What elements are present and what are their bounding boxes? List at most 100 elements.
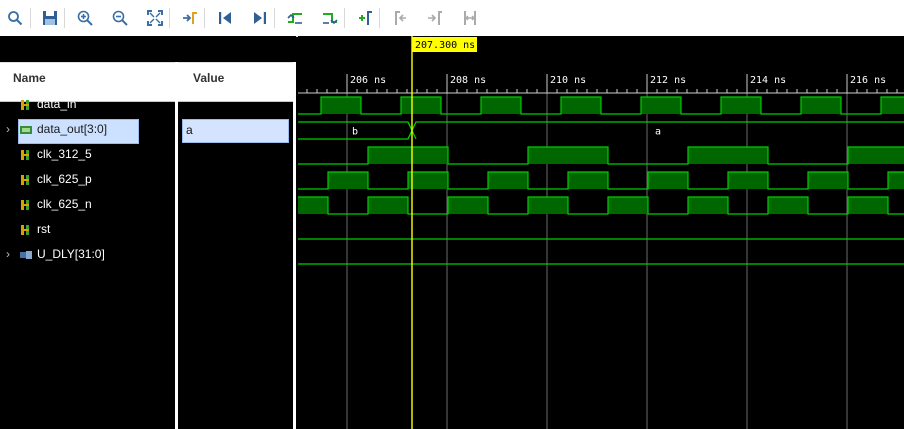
wave-high-fill — [528, 197, 568, 214]
signal-row-rst[interactable]: rst — [0, 219, 175, 241]
zoom-out-button[interactable] — [109, 7, 131, 29]
tick-label: 214 ns — [750, 75, 786, 86]
wave-high-fill — [808, 172, 848, 189]
zoom-fit-button[interactable] — [144, 7, 166, 29]
wave-high-fill — [568, 172, 608, 189]
go-to-end-button[interactable] — [249, 7, 271, 29]
goto-cursor-button[interactable] — [179, 7, 201, 29]
tick-label: 206 ns — [350, 75, 386, 86]
toolbar-separator — [379, 8, 380, 28]
search-icon — [8, 11, 23, 26]
waveform-pane[interactable]: 206 ns 208 ns 210 ns 212 ns 214 ns 216 ns b a 20… — [298, 36, 904, 429]
group-signal-icon — [19, 249, 33, 261]
signal-value: a — [186, 123, 193, 137]
toolbar-separator — [274, 8, 275, 28]
signal-name: U_DLY[31:0] — [37, 247, 105, 261]
zoom-fit-icon — [147, 10, 163, 26]
next-marker-icon — [428, 11, 442, 25]
toolbar-separator — [204, 8, 205, 28]
wave-high-fill — [721, 97, 761, 114]
wave-high-fill — [448, 197, 488, 214]
previous-transition-button[interactable] — [284, 7, 306, 29]
tick-label: 216 ns — [850, 75, 886, 86]
bit-signal-icon — [19, 174, 33, 186]
signal-name: clk_625_p — [37, 172, 92, 186]
wave-high-fill — [648, 172, 688, 189]
bit-signal-icon — [19, 224, 33, 236]
waveform-toolbar — [0, 0, 904, 37]
next-transition-icon — [323, 13, 338, 25]
wave-high-fill — [481, 97, 521, 114]
pane-divider[interactable] — [293, 62, 296, 429]
signal-name: rst — [37, 222, 51, 236]
save-icon — [43, 11, 57, 25]
toolbar-separator — [64, 8, 65, 28]
save-button[interactable] — [39, 7, 61, 29]
swap-cursors-button — [459, 7, 481, 29]
bit-signal-icon — [19, 199, 33, 211]
value-column-header[interactable]: Value — [178, 62, 293, 102]
wave-high-fill — [368, 147, 448, 164]
toolbar-separator — [30, 8, 31, 28]
tick-label: 212 ns — [650, 75, 686, 86]
wave-high-fill — [768, 197, 808, 214]
search-button[interactable] — [4, 7, 26, 29]
wave-high-fill — [488, 172, 528, 189]
previous-marker-icon — [395, 11, 406, 25]
wave-high-fill — [848, 147, 904, 164]
wave-high-fill — [368, 197, 408, 214]
signal-name: data_out[3:0] — [37, 122, 108, 136]
bus-value-label: a — [655, 127, 661, 138]
wave-high-fill — [321, 97, 361, 114]
goto-cursor-icon — [183, 12, 197, 24]
signal-row-clk-625-n[interactable]: clk_625_n — [0, 194, 175, 216]
signal-row-u-dly310[interactable]: › U_DLY[31:0] — [0, 244, 175, 266]
expand-chevron-icon[interactable]: › — [6, 248, 16, 260]
bit-signal-icon — [19, 99, 33, 111]
zoom-in-icon — [77, 10, 93, 26]
signal-row-clk-625-p[interactable]: clk_625_p — [0, 169, 175, 191]
bus-value-label: b — [352, 127, 358, 138]
signal-name: data_in — [37, 97, 77, 111]
wave-high-fill — [848, 197, 888, 214]
expand-chevron-icon[interactable]: › — [6, 123, 16, 135]
previous-marker-button — [389, 7, 411, 29]
go-to-start-icon — [219, 12, 231, 24]
bus-signal-icon — [19, 124, 33, 136]
signal-row-clk-312-5[interactable]: clk_312_5 — [0, 144, 175, 166]
wave-high-fill — [801, 97, 841, 114]
go-to-end-icon — [254, 12, 266, 24]
wave-high-fill — [328, 172, 368, 189]
toolbar-separator — [344, 8, 345, 28]
next-transition-button[interactable] — [319, 7, 341, 29]
waveform-canvas[interactable]: 206 ns 208 ns 210 ns 212 ns 214 ns 216 ns b a 20… — [298, 36, 904, 429]
wave-high-fill — [561, 97, 601, 114]
wave-high-fill — [888, 172, 904, 189]
go-to-start-button[interactable] — [214, 7, 236, 29]
signal-list-pane: Name Value data_in › data_out[3:0] a clk_312… — [0, 36, 296, 429]
cursor-time-label: 207.300 ns — [415, 40, 475, 51]
signal-value-cell[interactable]: a — [182, 119, 289, 143]
tick-label: 210 ns — [550, 75, 586, 86]
value-header-label: Value — [193, 71, 225, 85]
next-marker-button — [424, 7, 446, 29]
zoom-out-icon — [112, 10, 128, 26]
wave-high-fill — [608, 197, 648, 214]
wave-high-fill — [688, 147, 768, 164]
wave-high-fill — [408, 172, 448, 189]
swap-cursors-icon — [464, 11, 476, 25]
signal-row-data-in[interactable]: data_in — [0, 94, 175, 116]
toolbar-separator — [169, 8, 170, 28]
signal-row-data-out30[interactable]: › data_out[3:0] — [0, 119, 175, 144]
column-divider[interactable] — [175, 62, 178, 429]
tick-label: 208 ns — [450, 75, 486, 86]
wave-high-fill — [298, 197, 328, 214]
signal-name: clk_312_5 — [37, 147, 92, 161]
add-marker-button[interactable] — [354, 7, 376, 29]
wave-high-fill — [401, 97, 441, 114]
wave-high-fill — [881, 97, 904, 114]
name-header-label: Name — [13, 71, 46, 85]
signal-name: clk_625_n — [37, 197, 92, 211]
zoom-in-button[interactable] — [74, 7, 96, 29]
wave-high-fill — [688, 197, 728, 214]
